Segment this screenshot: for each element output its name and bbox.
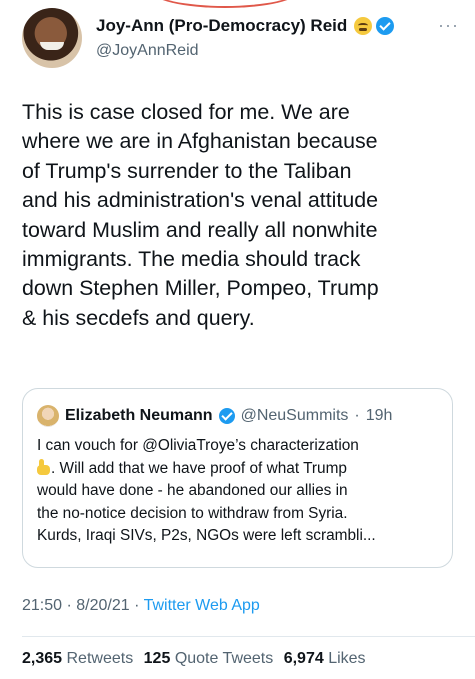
tweet-line: and his administration's venal attitude: [22, 188, 379, 213]
quoted-time: 19h: [365, 407, 393, 424]
quote-tweets-stat[interactable]: 125 Quote Tweets: [144, 650, 274, 667]
more-options-icon[interactable]: ···: [438, 16, 459, 34]
tweet-line: where we are in Afghanistan because: [22, 129, 378, 154]
quoted-line: I can vouch for @OliviaTroye’s character…: [37, 437, 359, 454]
quoted-tweet-header: Elizabeth Neumann @NeuSummits · 19h: [37, 405, 392, 427]
avatar[interactable]: [22, 8, 82, 68]
quoted-line: would have done - he abandoned our allie…: [37, 482, 348, 500]
quoted-author-name[interactable]: Elizabeth Neumann: [65, 407, 213, 425]
author-name[interactable]: Joy-Ann (Pro-Democracy) Reid: [96, 16, 347, 36]
meta-separator: ·: [134, 597, 140, 614]
quoted-separator: ·: [354, 407, 360, 424]
likes-count: 6,974: [283, 650, 324, 667]
meta-separator: ·: [66, 597, 72, 614]
author-name-line[interactable]: Joy-Ann (Pro-Democracy) Reid: [96, 16, 395, 36]
quoted-line: the no-notice decision to withdraw from …: [37, 504, 348, 522]
quote-tweets-label: Quote Tweets: [174, 650, 274, 667]
verified-badge-icon: [376, 17, 395, 35]
likes-stat[interactable]: 6,974 Likes: [284, 650, 366, 667]
retweets-stat[interactable]: 2,365 Retweets: [22, 650, 133, 667]
quoted-tweet-body: I can vouch for @OliviaTroye’s character…: [37, 435, 447, 548]
likes-label: Likes: [328, 650, 366, 667]
quoted-line: Kurds, Iraqi SIVs, P2s, NGOs were left s…: [37, 527, 376, 545]
source-app-link[interactable]: Twitter Web App: [144, 597, 260, 614]
tweet-date[interactable]: 8/20/21: [76, 597, 129, 614]
quoted-tweet-card[interactable]: Elizabeth Neumann @NeuSummits · 19h I ca…: [22, 388, 453, 568]
tweet-line: immigrants. The media should track: [22, 247, 361, 272]
retweets-label: Retweets: [66, 650, 134, 667]
grimacing-face-icon: [354, 17, 373, 35]
verified-badge-icon: [218, 408, 235, 424]
author-handle[interactable]: @JoyAnnReid: [96, 42, 199, 60]
tweet-line: & his secdefs and query.: [22, 305, 255, 330]
tweet-time[interactable]: 21:50: [22, 597, 62, 614]
quoted-line: . Will add that we have proof of what Tr…: [37, 458, 447, 481]
annotation-arc: [150, 0, 300, 8]
quoted-line-text: . Will add that we have proof of what Tr…: [51, 459, 347, 477]
quoted-avatar[interactable]: [37, 405, 59, 427]
tweet-line: toward Muslim and really all nonwhite: [22, 217, 378, 242]
quote-tweets-count: 125: [143, 650, 171, 667]
engagement-stats: 2,365 Retweets 125 Quote Tweets 6,974 Li…: [22, 650, 366, 668]
tweet-meta: 21:50 · 8/20/21 · Twitter Web App: [22, 597, 260, 615]
pointing-down-icon: [37, 458, 51, 475]
tweet-line: of Trump's surrender to the Taliban: [22, 158, 352, 183]
tweet-line: This is case closed for me. We are: [22, 100, 350, 124]
divider: [22, 636, 475, 637]
tweet-header: Joy-Ann (Pro-Democracy) Reid @JoyAnnReid…: [22, 8, 459, 72]
tweet-line: down Stephen Miller, Pompeo, Trump: [22, 276, 379, 301]
quoted-author-handle[interactable]: @NeuSummits: [241, 407, 349, 425]
retweets-count: 2,365: [22, 650, 63, 667]
tweet-body: This is case closed for me. We are where…: [22, 98, 462, 333]
